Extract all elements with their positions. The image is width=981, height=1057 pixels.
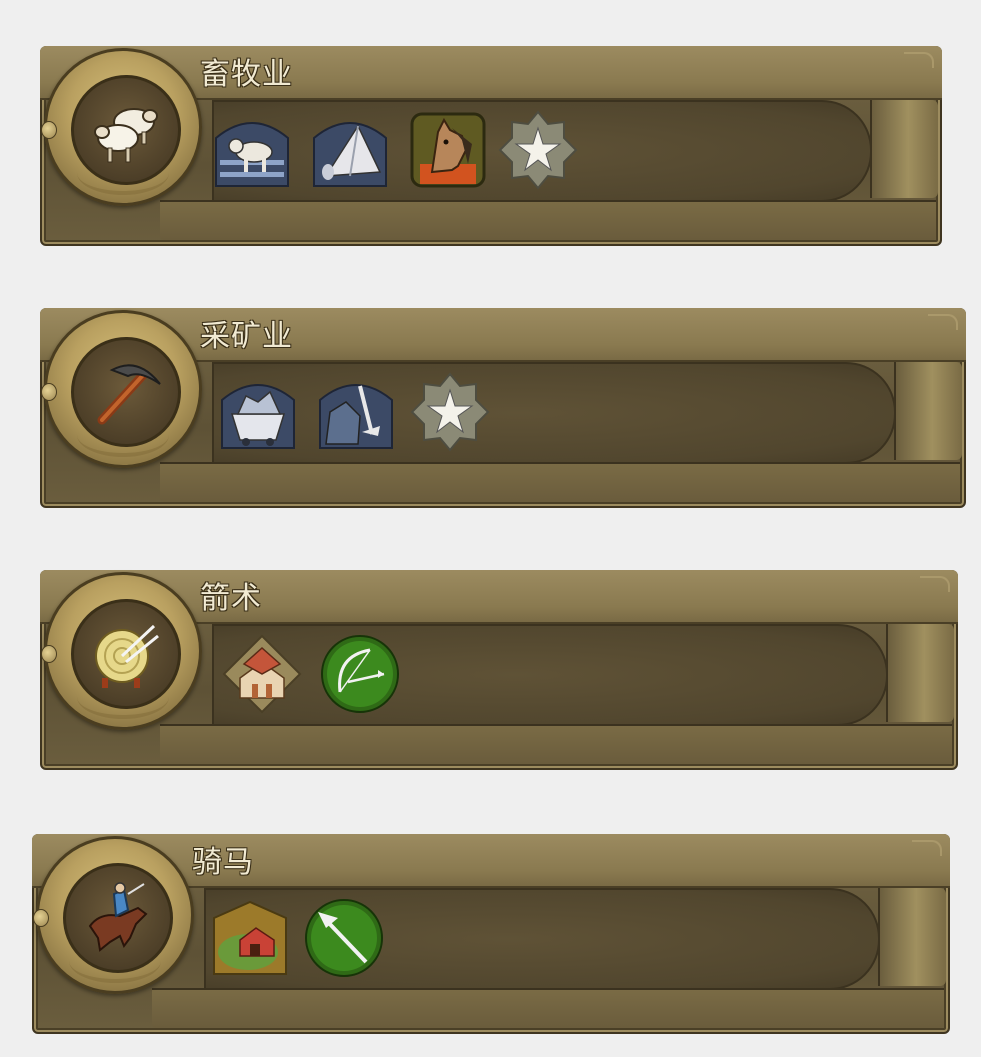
tent-camp-icon[interactable]: [310, 110, 390, 190]
horse-resource-icon[interactable]: [408, 110, 488, 190]
corner-ornament: [912, 840, 942, 856]
card-end-cap: [894, 362, 962, 460]
card-bottom-band: [160, 724, 952, 764]
stable-building-icon[interactable]: [210, 898, 290, 978]
card-end-cap: [886, 624, 954, 722]
laurel-ornament: [77, 413, 169, 457]
spear-unit-icon[interactable]: [304, 898, 384, 978]
laurel-ornament: [77, 151, 169, 195]
corner-ornament: [904, 52, 934, 68]
tech-medallion[interactable]: [41, 572, 202, 730]
tech-card-horseback-riding[interactable]: 骑马: [32, 834, 950, 1034]
tech-card-mining[interactable]: 采矿业: [40, 308, 966, 508]
card-bottom-band: [152, 988, 944, 1028]
cattle-pasture-icon[interactable]: [212, 110, 292, 190]
card-bottom-band: [160, 200, 936, 240]
star-bonus-icon[interactable]: [410, 372, 490, 452]
tech-title: 箭术: [200, 581, 262, 616]
tech-title: 畜牧业: [200, 57, 293, 92]
tech-title: 骑马: [192, 845, 254, 880]
mine-cart-icon[interactable]: [218, 372, 298, 452]
card-bottom-band: [160, 462, 960, 502]
tech-card-animal-husbandry[interactable]: 畜牧业: [40, 46, 942, 246]
corner-ornament: [928, 314, 958, 330]
laurel-ornament: [77, 675, 169, 719]
tech-medallion[interactable]: [33, 836, 194, 994]
tech-card-archery[interactable]: 箭术: [40, 570, 958, 770]
connector-knob: [41, 645, 57, 663]
connector-knob: [41, 383, 57, 401]
corner-ornament: [920, 576, 950, 592]
tech-medallion[interactable]: [41, 48, 202, 206]
laurel-ornament: [69, 939, 161, 983]
quarry-icon[interactable]: [316, 372, 396, 452]
tech-title: 采矿业: [200, 319, 293, 354]
card-unlocks-track: [212, 624, 888, 726]
bow-unit-icon[interactable]: [320, 634, 400, 714]
connector-knob: [41, 121, 57, 139]
star-bonus-icon[interactable]: [498, 110, 578, 190]
tech-medallion[interactable]: [41, 310, 202, 468]
card-end-cap: [870, 100, 938, 198]
card-unlocks-track: [212, 362, 896, 464]
card-end-cap: [878, 888, 946, 986]
connector-knob: [33, 909, 49, 927]
archery-range-building-icon[interactable]: [222, 634, 302, 714]
